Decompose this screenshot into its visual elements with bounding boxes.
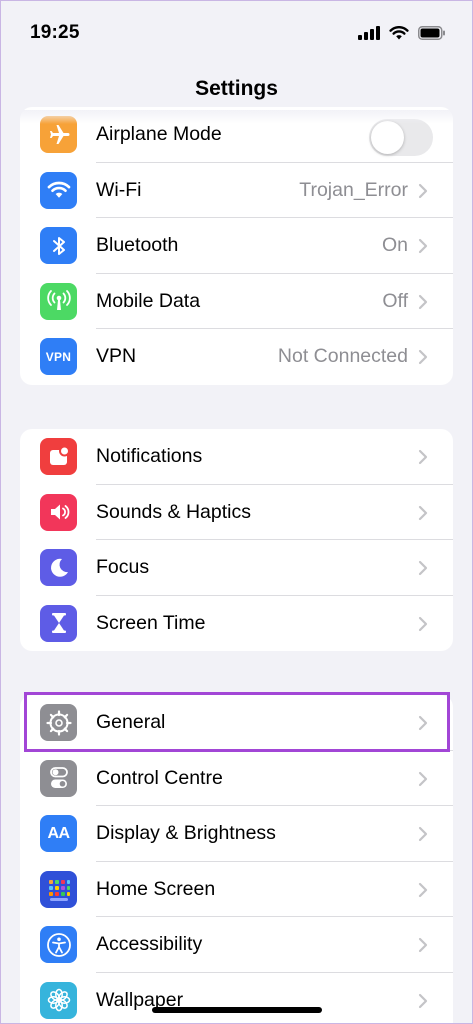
row-sounds-haptics[interactable]: Sounds & Haptics — [20, 485, 453, 540]
airplane-mode-toggle[interactable] — [369, 119, 433, 156]
app-grid-icon — [40, 870, 77, 908]
page-title: Settings — [195, 77, 278, 100]
row-bluetooth[interactable]: Bluetooth On — [20, 218, 453, 274]
scroll-fade — [0, 110, 473, 124]
toggles-icon — [40, 759, 77, 797]
row-label: Focus — [96, 556, 150, 579]
antenna-icon — [40, 282, 77, 320]
chevron-right-icon — [418, 771, 428, 786]
row-label: Wi-Fi — [96, 178, 142, 201]
row-general[interactable]: General — [20, 695, 453, 751]
wifi-icon — [40, 171, 77, 209]
home-indicator[interactable] — [152, 1007, 322, 1013]
row-value: Not Connected — [277, 345, 408, 368]
chevron-right-icon — [418, 505, 428, 520]
chevron-right-icon — [418, 715, 428, 731]
row-display-brightness[interactable]: AA Display & Brightness — [20, 806, 453, 862]
row-home-screen[interactable]: Home Screen — [20, 862, 453, 917]
row-label: Bluetooth — [96, 234, 179, 257]
gear-icon — [40, 704, 77, 741]
row-notifications[interactable]: Notifications — [20, 429, 453, 485]
accessibility-icon — [40, 926, 77, 963]
text-size-icon: AA — [40, 815, 77, 852]
row-label: Display & Brightness — [96, 822, 276, 845]
row-label: Screen Time — [96, 611, 206, 634]
row-accessibility[interactable]: Accessibility — [20, 917, 453, 973]
wifi-status-icon — [389, 26, 409, 40]
battery-icon — [418, 26, 445, 40]
chevron-right-icon — [418, 993, 428, 1008]
chevron-right-icon — [418, 294, 428, 309]
chevron-right-icon — [418, 183, 428, 198]
status-time: 19:25 — [30, 22, 80, 43]
moon-icon — [40, 549, 77, 586]
vpn-icon: VPN — [40, 338, 77, 375]
row-focus[interactable]: Focus — [20, 540, 453, 596]
row-wifi[interactable]: Wi-Fi Trojan_Error — [20, 163, 453, 218]
flower-icon — [40, 981, 77, 1019]
row-label: Mobile Data — [96, 289, 201, 312]
status-bar: 19:25 — [0, 0, 473, 68]
notifications-icon — [40, 438, 77, 475]
row-wallpaper[interactable]: Wallpaper — [20, 973, 453, 1024]
row-value: On — [381, 234, 408, 257]
row-vpn[interactable]: VPN VPN Not Connected — [20, 329, 453, 385]
text-size-icon-text: AA — [47, 824, 70, 842]
settings-group-connectivity: Airplane Mode Wi-Fi Trojan_Error Bluetoo… — [20, 107, 453, 385]
row-label: Sounds & Haptics — [96, 500, 252, 523]
status-icons — [358, 26, 446, 40]
chevron-right-icon — [418, 560, 428, 576]
row-label: Airplane Mode — [96, 123, 222, 146]
row-screen-time[interactable]: Screen Time — [20, 596, 453, 652]
row-label: Accessibility — [96, 933, 203, 956]
settings-group-general: General Control Centre AA Display & Brig… — [20, 695, 453, 1024]
row-value: Trojan_Error — [299, 178, 408, 201]
chevron-right-icon — [418, 937, 428, 953]
chevron-right-icon — [418, 616, 428, 631]
settings-group-notifications: Notifications Sounds & Haptics Focus Scr… — [20, 429, 453, 651]
chevron-right-icon — [418, 826, 428, 842]
speaker-icon — [40, 493, 77, 531]
toggle-knob — [371, 121, 404, 154]
hourglass-icon — [40, 604, 77, 642]
row-label: General — [96, 711, 166, 734]
row-mobile-data[interactable]: Mobile Data Off — [20, 274, 453, 329]
chevron-right-icon — [418, 882, 428, 897]
chevron-right-icon — [418, 238, 428, 254]
row-value: Off — [382, 289, 408, 312]
row-label: Control Centre — [96, 766, 223, 789]
row-control-centre[interactable]: Control Centre — [20, 751, 453, 806]
chevron-right-icon — [418, 449, 428, 465]
row-label: Notifications — [96, 445, 203, 468]
vpn-icon-text: VPN — [45, 349, 72, 364]
row-label: Home Screen — [96, 877, 216, 900]
cellular-signal-icon — [358, 26, 380, 40]
row-label: VPN — [96, 345, 137, 368]
chevron-right-icon — [418, 349, 428, 365]
bluetooth-icon — [40, 227, 77, 264]
